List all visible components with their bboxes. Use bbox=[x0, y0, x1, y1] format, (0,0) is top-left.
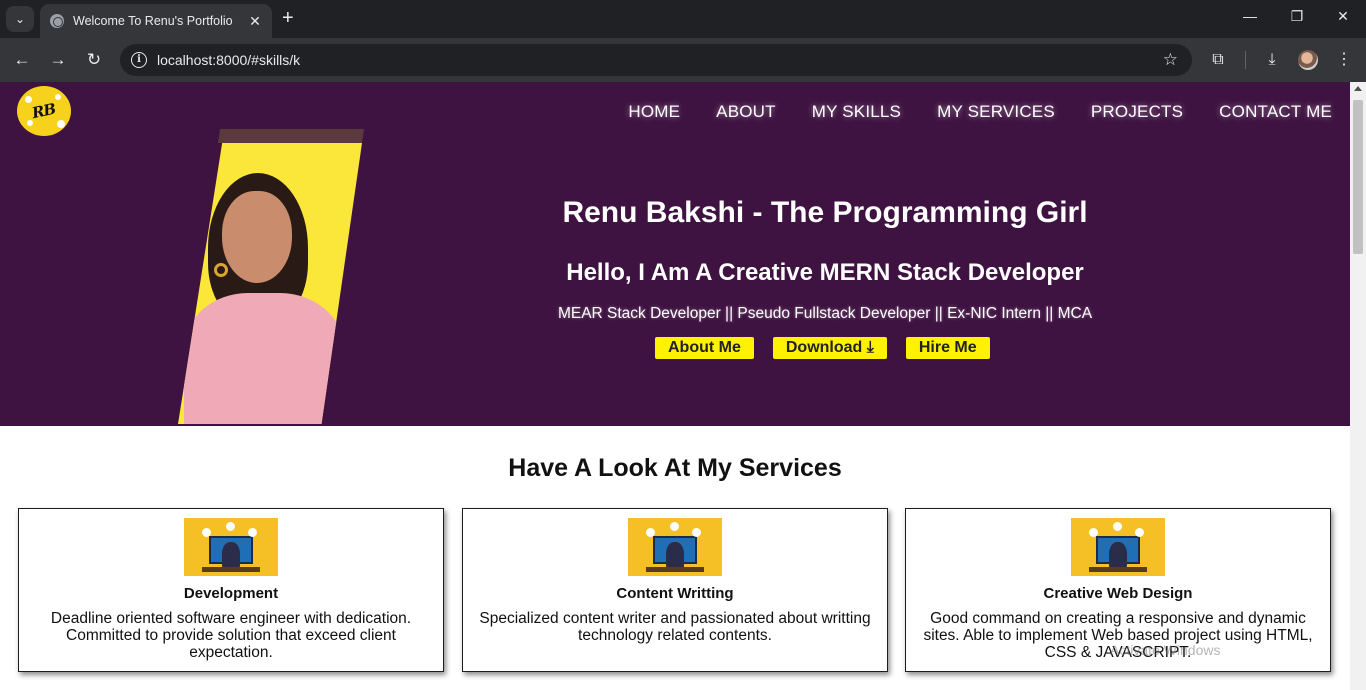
illustration-desk bbox=[202, 567, 260, 572]
back-button[interactable]: ← bbox=[10, 48, 34, 72]
nav-my-services[interactable]: MY SERVICES bbox=[937, 102, 1055, 122]
nav-contact-me[interactable]: CONTACT ME bbox=[1219, 102, 1332, 122]
illustration-bubble bbox=[1089, 528, 1098, 537]
logo-dot bbox=[55, 94, 61, 100]
illustration-desk bbox=[646, 567, 704, 572]
services-title: Have A Look At My Services bbox=[508, 454, 842, 482]
illustration-bubble bbox=[646, 528, 655, 537]
service-card-title: Creative Web Design bbox=[1043, 585, 1193, 602]
download-icon[interactable]: ⤓ bbox=[1260, 48, 1284, 72]
hero-buttons: About Me Download ⤓ Hire Me bbox=[655, 337, 990, 359]
url-text[interactable]: localhost:8000/#skills/k bbox=[157, 44, 300, 76]
profile-photo bbox=[178, 143, 362, 424]
service-card-content-writing: Content Writting Specialized content wri… bbox=[462, 508, 888, 672]
hero-subtitle: Hello, I Am A Creative MERN Stack Develo… bbox=[566, 259, 1084, 286]
illustration-bubble bbox=[1113, 522, 1122, 531]
info-icon[interactable]: i bbox=[131, 52, 147, 68]
arrow-left-icon: ← bbox=[13, 50, 31, 69]
new-tab-button[interactable]: + bbox=[282, 7, 294, 29]
photo-face bbox=[222, 191, 292, 283]
page-scrollbar[interactable] bbox=[1350, 82, 1366, 690]
service-card-title: Content Writting bbox=[616, 585, 734, 602]
arrow-right-icon: → bbox=[49, 50, 67, 69]
logo-text: RB bbox=[30, 99, 58, 123]
forward-button[interactable]: → bbox=[46, 48, 70, 72]
restore-button[interactable]: ❐ bbox=[1287, 8, 1307, 25]
page-viewport: RB HOME ABOUT MY SKILLS MY SERVICES PROJ… bbox=[0, 82, 1350, 690]
toolbar-divider bbox=[1245, 51, 1246, 69]
download-icon: ⤓ bbox=[866, 339, 874, 356]
reload-icon: ↻ bbox=[86, 50, 102, 69]
hire-me-button[interactable]: Hire Me bbox=[905, 337, 990, 359]
tab-search-button[interactable]: ⌄ bbox=[6, 6, 34, 32]
restore-icon: ❐ bbox=[1290, 8, 1304, 24]
logo-dot bbox=[27, 120, 33, 126]
plus-icon: + bbox=[282, 7, 294, 29]
globe-icon bbox=[50, 14, 64, 28]
windows-activation-watermark: Activate Windows bbox=[1110, 642, 1221, 658]
logo-dot bbox=[25, 96, 32, 103]
service-card-text: Deadline oriented software engineer with… bbox=[50, 610, 412, 661]
illustration-bubble bbox=[670, 522, 679, 531]
photo-earring bbox=[214, 263, 228, 277]
browser-tab-bar: ⌄ Welcome To Renu's Portfolio ✕ + — ❐ ✕ bbox=[0, 0, 1366, 38]
hero-title: Renu Bakshi - The Programming Girl bbox=[562, 196, 1088, 229]
developer-illustration bbox=[628, 518, 722, 576]
illustration-person bbox=[222, 542, 240, 568]
puzzle-icon[interactable]: ⧉ bbox=[1206, 48, 1230, 72]
minimize-button[interactable]: — bbox=[1240, 8, 1260, 24]
illustration-bubble bbox=[1135, 528, 1144, 537]
nav-about[interactable]: ABOUT bbox=[716, 102, 776, 122]
nav-projects[interactable]: PROJECTS bbox=[1091, 102, 1183, 122]
logo-dot bbox=[57, 120, 65, 128]
nav-my-skills[interactable]: MY SKILLS bbox=[812, 102, 901, 122]
service-card-text: Specialized content writer and passionat… bbox=[479, 610, 871, 644]
illustration-desk bbox=[1089, 567, 1147, 572]
close-window-button[interactable]: ✕ bbox=[1333, 8, 1353, 25]
star-icon[interactable]: ☆ bbox=[1163, 44, 1178, 76]
photo-frame-shadow bbox=[218, 129, 364, 143]
address-bar[interactable]: i localhost:8000/#skills/k ☆ bbox=[120, 44, 1192, 76]
illustration-person bbox=[666, 542, 684, 568]
kebab-menu-icon[interactable]: ⋮ bbox=[1332, 48, 1356, 72]
illustration-bubble bbox=[202, 528, 211, 537]
developer-illustration bbox=[1071, 518, 1165, 576]
main-nav: HOME ABOUT MY SKILLS MY SERVICES PROJECT… bbox=[628, 102, 1332, 122]
hero-section: RB HOME ABOUT MY SKILLS MY SERVICES PROJ… bbox=[0, 82, 1350, 426]
photo-body bbox=[184, 293, 344, 424]
scrollbar-thumb[interactable] bbox=[1353, 100, 1363, 254]
browser-toolbar: ← → ↻ i localhost:8000/#skills/k ☆ ⧉ ⤓ ⋮ bbox=[0, 38, 1366, 82]
about-me-label: About Me bbox=[668, 339, 741, 356]
hero-tagline: MEAR Stack Developer || Pseudo Fullstack… bbox=[557, 305, 1093, 322]
tab-title: Welcome To Renu's Portfolio bbox=[73, 14, 233, 28]
illustration-bubble bbox=[248, 528, 257, 537]
illustration-bubble bbox=[692, 528, 701, 537]
nav-home[interactable]: HOME bbox=[628, 102, 680, 122]
illustration-person bbox=[1109, 542, 1127, 568]
service-card-title: Development bbox=[183, 585, 279, 602]
hire-me-label: Hire Me bbox=[918, 339, 977, 356]
close-icon: ✕ bbox=[1337, 8, 1349, 24]
about-me-button[interactable]: About Me bbox=[655, 337, 754, 359]
browser-tab[interactable]: Welcome To Renu's Portfolio ✕ bbox=[40, 4, 272, 38]
site-logo[interactable]: RB bbox=[17, 86, 71, 136]
download-label: Download bbox=[785, 339, 863, 356]
developer-illustration bbox=[184, 518, 278, 576]
minimize-icon: — bbox=[1243, 8, 1257, 24]
download-button[interactable]: Download ⤓ bbox=[772, 337, 887, 359]
chevron-down-icon: ⌄ bbox=[14, 12, 26, 26]
reload-button[interactable]: ↻ bbox=[82, 48, 106, 72]
avatar[interactable] bbox=[1298, 50, 1318, 70]
service-card-development: Development Deadline oriented software e… bbox=[18, 508, 444, 672]
illustration-bubble bbox=[226, 522, 235, 531]
close-icon[interactable]: ✕ bbox=[246, 13, 264, 30]
scroll-up-arrow-icon[interactable] bbox=[1354, 86, 1362, 91]
